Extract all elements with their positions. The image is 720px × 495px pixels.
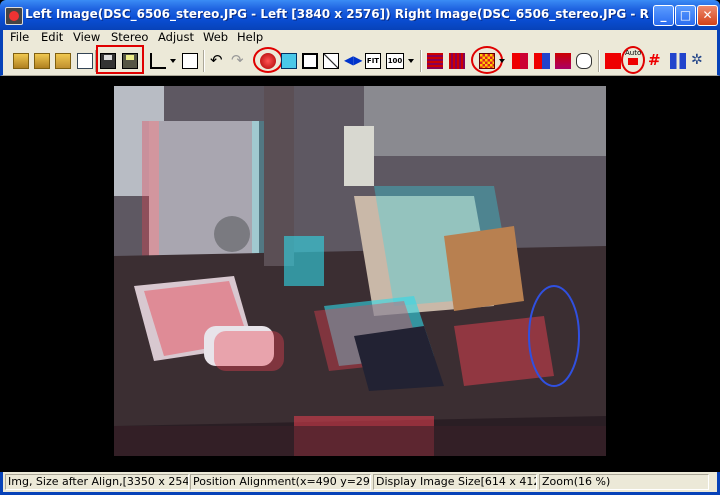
status-position-alignment: Position Alignment(x=490 y=29) <box>190 474 371 490</box>
menu-stereo[interactable]: Stereo <box>111 30 148 44</box>
frame-icon[interactable] <box>302 53 318 69</box>
maximize-button[interactable]: □ <box>675 5 696 26</box>
checkerboard-icon[interactable] <box>479 53 495 69</box>
auto-label: Auto <box>625 49 642 57</box>
redo-icon[interactable]: ↷ <box>231 53 247 69</box>
undo-icon[interactable]: ↶ <box>210 53 226 69</box>
image-canvas[interactable] <box>3 76 717 472</box>
menu-view[interactable]: View <box>73 30 100 44</box>
open-right-image-icon[interactable] <box>34 53 50 69</box>
zoom-100-icon[interactable]: 100 <box>386 53 404 69</box>
toolbar: ↶ ↷ ◀▶ FIT 100 Auto # ✲ <box>0 45 720 76</box>
menu-adjust[interactable]: Adjust <box>158 30 194 44</box>
menu-bar: File Edit View Stereo Adjust Web Help <box>0 30 720 45</box>
fullscreen-icon[interactable] <box>323 53 339 69</box>
open-stereo-image-icon[interactable] <box>55 53 71 69</box>
minimize-button[interactable]: _ <box>653 5 674 26</box>
status-zoom: Zoom(16 %) <box>539 474 709 490</box>
close-button[interactable]: ✕ <box>697 5 718 26</box>
cross-eyed-icon[interactable] <box>534 53 550 69</box>
save-as-icon[interactable] <box>122 53 138 69</box>
glasses-icon[interactable] <box>576 53 592 69</box>
vertical-interlace-icon[interactable] <box>449 53 465 69</box>
pause-icon[interactable] <box>670 53 686 69</box>
crop-icon[interactable] <box>150 53 166 69</box>
swap-left-right-icon[interactable] <box>260 53 276 69</box>
zoom-dropdown-icon[interactable] <box>408 59 414 63</box>
status-bar: Img, Size after Align,[3350 x 2547] Posi… <box>0 472 720 495</box>
above-below-icon[interactable] <box>555 53 571 69</box>
open-window-icon[interactable] <box>77 53 93 69</box>
align-arrows-icon[interactable]: ◀▶ <box>344 53 362 69</box>
save-icon[interactable] <box>100 53 116 69</box>
window-title: Left Image(DSC_6506_stereo.JPG - Left [3… <box>25 7 650 21</box>
grid-icon[interactable]: # <box>648 53 664 69</box>
menu-file[interactable]: File <box>10 30 29 44</box>
open-left-image-icon[interactable] <box>13 53 29 69</box>
menu-web[interactable]: Web <box>203 30 228 44</box>
menu-edit[interactable]: Edit <box>41 30 63 44</box>
status-display-size: Display Image Size[614 x 412] <box>373 474 537 490</box>
anaglyph-image[interactable] <box>114 86 606 456</box>
anaglyph-photo-svg <box>114 86 606 456</box>
crop-dropdown-icon[interactable] <box>170 59 176 63</box>
mode-dropdown-icon[interactable] <box>499 59 505 63</box>
status-size-after-align: Img, Size after Align,[3350 x 2547] <box>5 474 189 490</box>
settings-icon[interactable]: ✲ <box>691 53 707 69</box>
title-bar[interactable]: Left Image(DSC_6506_stereo.JPG - Left [3… <box>0 0 720 30</box>
move-icon[interactable] <box>182 53 198 69</box>
fit-window-icon[interactable]: FIT <box>365 53 381 69</box>
anaglyph-red-icon[interactable] <box>605 53 621 69</box>
window-mode-icon[interactable] <box>281 53 297 69</box>
menu-help[interactable]: Help <box>237 30 263 44</box>
interlace-icon[interactable] <box>427 53 443 69</box>
app-icon[interactable] <box>5 7 23 25</box>
auto-align-icon[interactable]: Auto <box>625 49 641 65</box>
side-by-side-icon[interactable] <box>512 53 528 69</box>
